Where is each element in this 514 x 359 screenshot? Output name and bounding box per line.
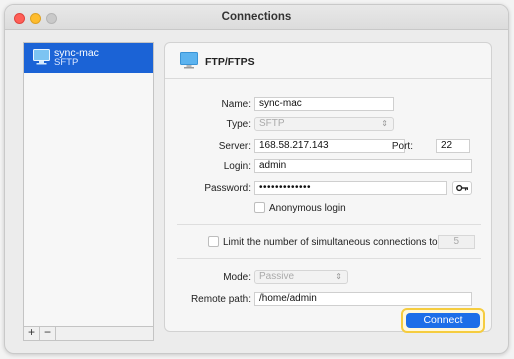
- mode-select-value: Passive: [259, 271, 295, 282]
- password-label: Password:: [204, 183, 251, 194]
- remove-connection-button[interactable]: −: [40, 326, 56, 340]
- panel-header: FTP/FTPS: [165, 43, 491, 79]
- key-icon: [455, 184, 468, 192]
- panel-title: FTP/FTPS: [205, 56, 255, 68]
- login-label: Login:: [223, 161, 251, 172]
- connection-settings-panel: FTP/FTPS Name: sync-mac Type: SFTP ⇕ Ser…: [164, 42, 492, 333]
- mode-select[interactable]: Passive ⇕: [254, 270, 348, 284]
- anonymous-login-label: Anonymous login: [269, 203, 346, 214]
- sidebar-item-sync-mac[interactable]: sync-mac SFTP: [24, 43, 153, 73]
- login-field[interactable]: admin: [254, 159, 472, 173]
- connection-protocol: SFTP: [54, 57, 79, 68]
- connect-button[interactable]: Connect: [406, 313, 480, 328]
- separator: [177, 224, 481, 225]
- anonymous-login-checkbox[interactable]: [254, 202, 265, 213]
- port-label: Port:: [391, 141, 413, 152]
- remote-path-field[interactable]: /home/admin: [254, 292, 472, 306]
- chevron-updown-icon: ⇕: [335, 272, 342, 281]
- type-select[interactable]: SFTP ⇕: [254, 117, 394, 131]
- limit-connections-field[interactable]: 5: [438, 235, 475, 249]
- server-label: Server:: [218, 141, 251, 152]
- remote-path-label: Remote path:: [190, 294, 251, 305]
- type-label: Type:: [226, 119, 251, 130]
- connect-button-highlight: Connect: [401, 308, 485, 333]
- chevron-updown-icon: ⇕: [381, 119, 388, 128]
- monitor-icon: [180, 52, 198, 72]
- connections-list: sync-mac SFTP: [23, 42, 154, 327]
- port-field[interactable]: 22: [436, 139, 470, 153]
- name-label: Name:: [221, 99, 251, 110]
- title-bar: Connections: [5, 5, 508, 30]
- separator: [177, 258, 481, 259]
- key-button[interactable]: [452, 181, 472, 195]
- sidebar-buttons: + −: [23, 326, 154, 341]
- add-connection-button[interactable]: +: [24, 326, 40, 340]
- monitor-icon: [33, 49, 50, 68]
- connections-window: Connections sync-mac SFTP + − FTP/FTPS N…: [4, 4, 509, 354]
- type-select-value: SFTP: [259, 118, 285, 129]
- window-title: Connections: [221, 11, 292, 23]
- limit-connections-checkbox[interactable]: [208, 236, 219, 247]
- limit-connections-label: Limit the number of simultaneous connect…: [223, 237, 438, 248]
- name-field[interactable]: sync-mac: [254, 97, 394, 111]
- password-field[interactable]: •••••••••••••: [254, 181, 447, 195]
- mode-label: Mode:: [223, 272, 251, 283]
